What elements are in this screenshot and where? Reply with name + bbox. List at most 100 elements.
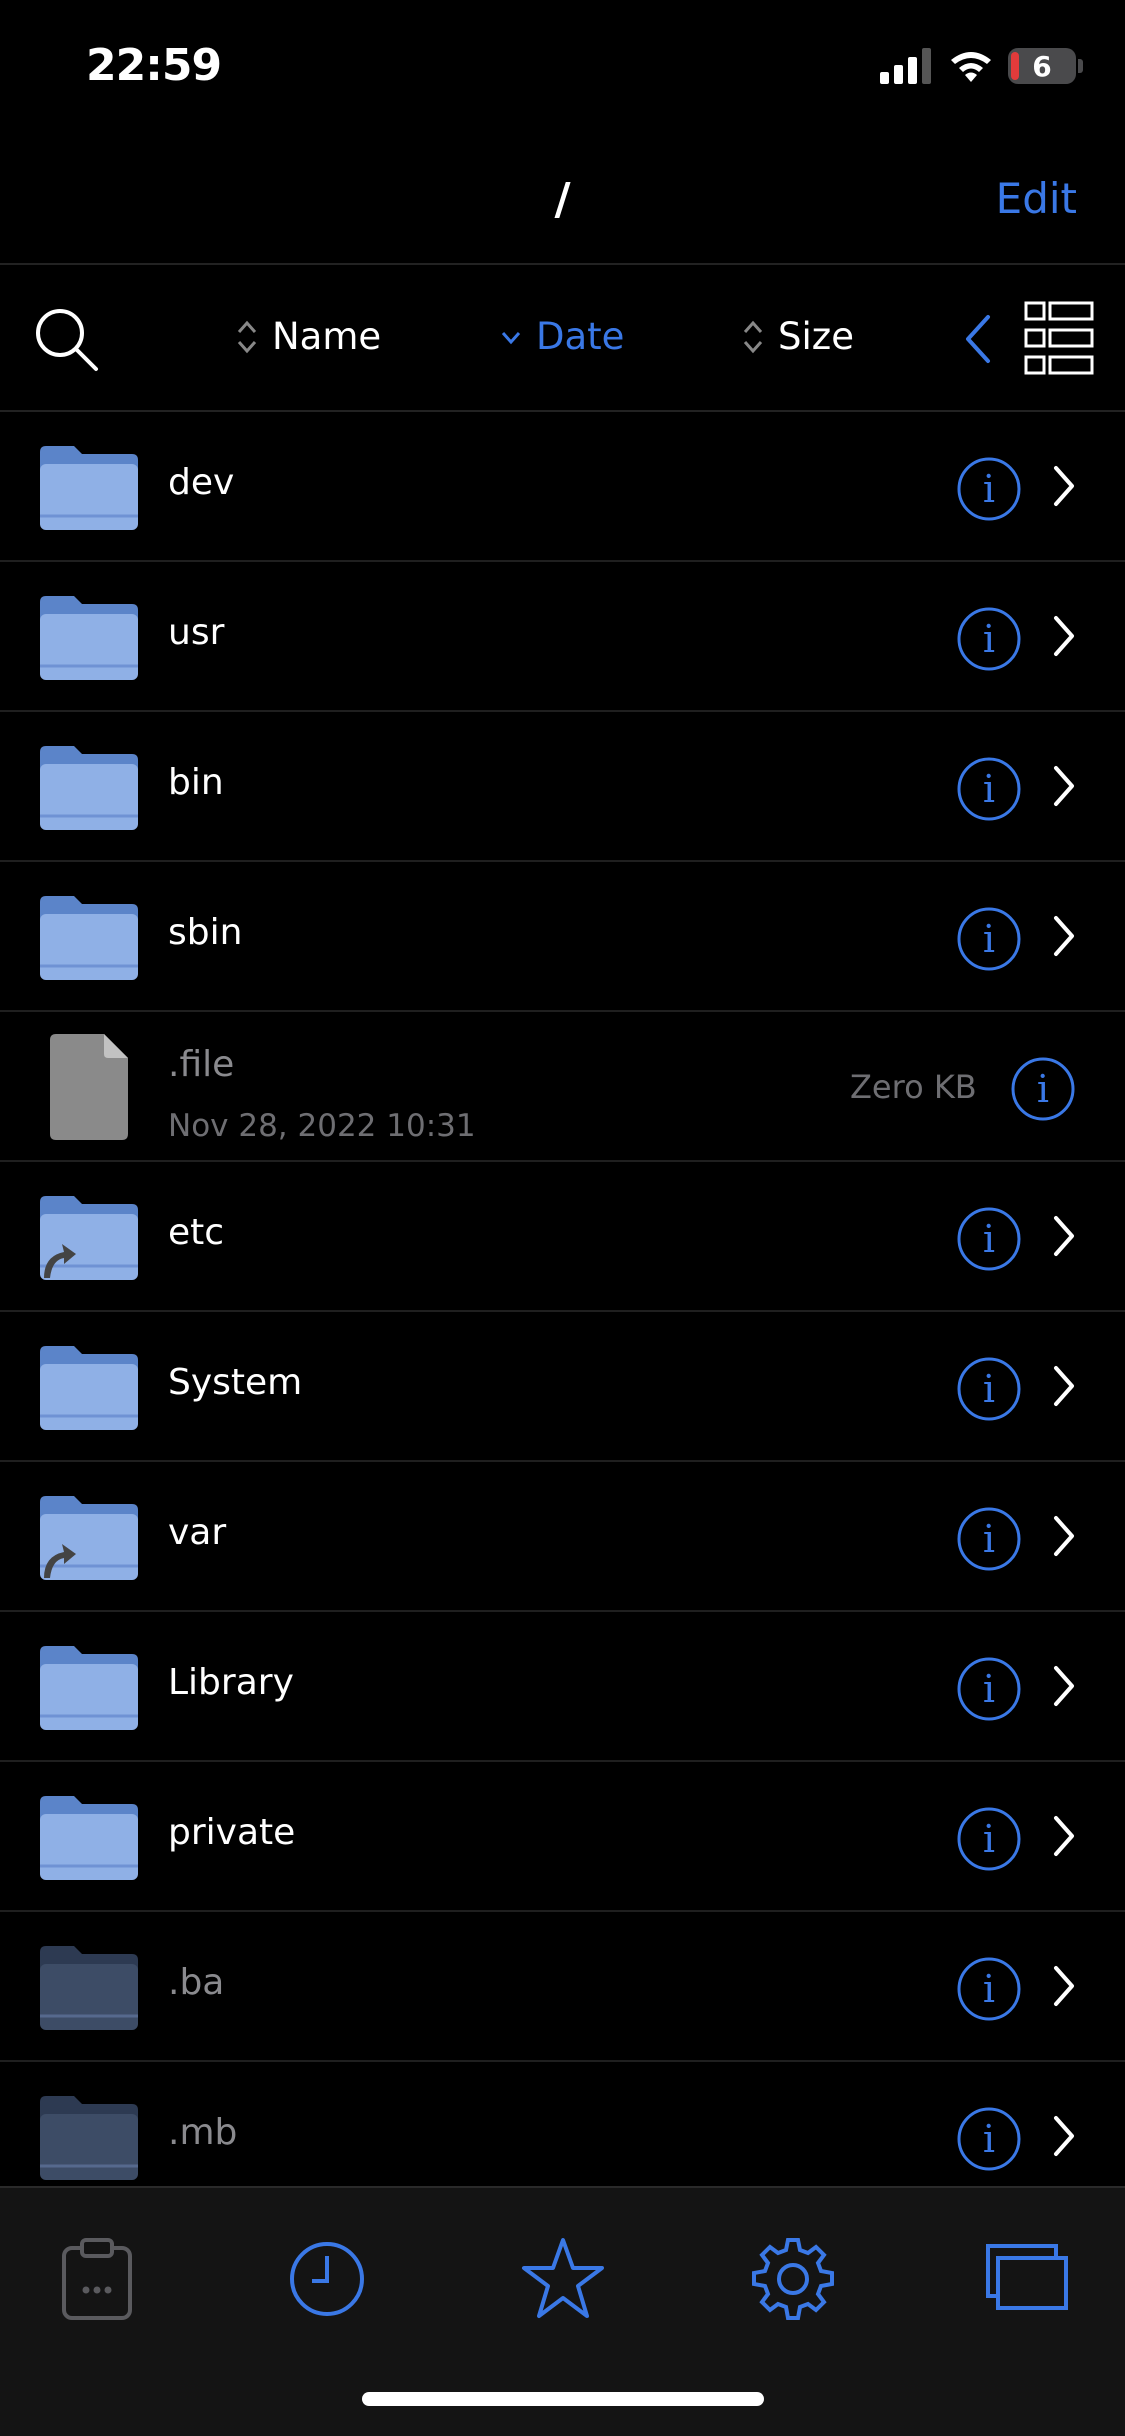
folder-icon xyxy=(36,1342,142,1432)
folder-icon xyxy=(36,1942,142,2032)
svg-text:i: i xyxy=(983,1367,995,1411)
chevron-right-icon[interactable] xyxy=(1052,1814,1076,1858)
svg-text:i: i xyxy=(983,1967,995,2011)
info-icon[interactable]: i xyxy=(956,1806,1022,1872)
folder-row[interactable]: bin i xyxy=(0,712,1125,862)
svg-text:i: i xyxy=(983,467,995,511)
svg-text:i: i xyxy=(983,1817,995,1861)
folder-alias-icon xyxy=(36,1492,142,1582)
folder-row[interactable]: var i xyxy=(0,1462,1125,1612)
svg-text:i: i xyxy=(1037,1067,1049,1111)
svg-text:i: i xyxy=(983,2117,995,2161)
search-icon[interactable] xyxy=(30,303,102,375)
battery-icon: 6 xyxy=(1008,48,1076,84)
svg-text:i: i xyxy=(983,767,995,811)
folder-icon xyxy=(36,2092,142,2182)
battery-level: 6 xyxy=(1032,49,1052,83)
folder-row[interactable]: usr i xyxy=(0,562,1125,712)
status-bar: 22:59 6 xyxy=(0,0,1125,140)
sort-by-size-button[interactable]: Size xyxy=(742,315,854,358)
info-icon[interactable]: i xyxy=(956,756,1022,822)
folder-icon xyxy=(36,892,142,982)
svg-text:i: i xyxy=(983,1217,995,1261)
folder-icon xyxy=(36,1642,142,1732)
status-icons: 6 xyxy=(880,48,1083,84)
item-size: Zero KB xyxy=(850,1068,977,1106)
sort-size-label: Size xyxy=(778,315,854,358)
svg-text:i: i xyxy=(983,617,995,661)
folder-row[interactable]: System i xyxy=(0,1312,1125,1462)
sort-date-label: Date xyxy=(536,315,625,358)
item-name: .file xyxy=(168,1044,235,1085)
chevron-right-icon[interactable] xyxy=(1052,914,1076,958)
folder-row[interactable]: .ba i xyxy=(0,1912,1125,2062)
folder-icon xyxy=(36,592,142,682)
windows-icon[interactable] xyxy=(982,2234,1072,2324)
file-row[interactable]: .file Nov 28, 2022 10:31 Zero KB i xyxy=(0,1012,1125,1162)
navigation-bar: / Edit xyxy=(0,140,1125,265)
info-icon[interactable]: i xyxy=(956,1656,1022,1722)
sort-updown-icon xyxy=(237,320,257,353)
sort-updown-icon xyxy=(743,320,763,353)
item-name: Library xyxy=(168,1662,294,1703)
sort-by-name-button[interactable]: Name xyxy=(236,315,381,358)
cellular-signal-icon xyxy=(880,48,931,84)
folder-row[interactable]: sbin i xyxy=(0,862,1125,1012)
item-name: private xyxy=(168,1812,296,1853)
sort-name-label: Name xyxy=(272,315,382,358)
chevron-left-icon[interactable] xyxy=(960,311,996,367)
chevron-right-icon[interactable] xyxy=(1052,1514,1076,1558)
sort-toolbar: Name Date Size xyxy=(0,267,1125,412)
sort-by-date-button[interactable]: Date xyxy=(500,315,624,358)
edit-button[interactable]: Edit xyxy=(996,174,1077,223)
chevron-right-icon[interactable] xyxy=(1052,1364,1076,1408)
item-name: .ba xyxy=(168,1962,225,2003)
folder-alias-icon xyxy=(36,1192,142,1282)
svg-text:i: i xyxy=(983,917,995,961)
folder-row[interactable]: etc i xyxy=(0,1162,1125,1312)
info-icon[interactable]: i xyxy=(956,2106,1022,2172)
info-icon[interactable]: i xyxy=(956,1956,1022,2022)
info-icon[interactable]: i xyxy=(1010,1056,1076,1122)
chevron-right-icon[interactable] xyxy=(1052,1664,1076,1708)
folder-icon xyxy=(36,442,142,532)
folder-row[interactable]: Library i xyxy=(0,1612,1125,1762)
chevron-right-icon[interactable] xyxy=(1052,764,1076,808)
info-icon[interactable]: i xyxy=(956,1206,1022,1272)
clock-icon[interactable] xyxy=(282,2234,372,2324)
chevron-right-icon[interactable] xyxy=(1052,1964,1076,2008)
info-icon[interactable]: i xyxy=(956,606,1022,672)
item-name: usr xyxy=(168,612,225,653)
home-indicator xyxy=(362,2392,764,2406)
folder-row[interactable]: private i xyxy=(0,1762,1125,1912)
wifi-icon xyxy=(951,52,991,82)
item-name: dev xyxy=(168,462,235,503)
folder-icon xyxy=(36,742,142,832)
gear-icon[interactable] xyxy=(748,2234,838,2324)
chevron-right-icon[interactable] xyxy=(1052,1214,1076,1258)
info-icon[interactable]: i xyxy=(956,456,1022,522)
svg-text:i: i xyxy=(983,1667,995,1711)
status-time: 22:59 xyxy=(86,40,222,91)
chevron-down-icon xyxy=(501,331,521,344)
chevron-right-icon[interactable] xyxy=(1052,464,1076,508)
info-icon[interactable]: i xyxy=(956,906,1022,972)
info-icon[interactable]: i xyxy=(956,1356,1022,1422)
clipboard-icon[interactable] xyxy=(52,2234,142,2324)
item-name: System xyxy=(168,1362,303,1403)
file-list: dev i usr i bin i sbin i .file Nov 28, 20… xyxy=(0,412,1125,2212)
item-name: etc xyxy=(168,1212,225,1253)
folder-icon xyxy=(36,1792,142,1882)
info-icon[interactable]: i xyxy=(956,1506,1022,1572)
page-title: / xyxy=(554,174,571,225)
item-name: sbin xyxy=(168,912,243,953)
folder-row[interactable]: dev i xyxy=(0,412,1125,562)
item-name: var xyxy=(168,1512,227,1553)
list-layout-icon[interactable] xyxy=(1024,301,1094,375)
chevron-right-icon[interactable] xyxy=(1052,614,1076,658)
chevron-right-icon[interactable] xyxy=(1052,2114,1076,2158)
file-icon xyxy=(48,1032,130,1142)
item-name: bin xyxy=(168,762,224,803)
star-icon[interactable] xyxy=(518,2234,608,2324)
item-date: Nov 28, 2022 10:31 xyxy=(168,1108,476,1144)
